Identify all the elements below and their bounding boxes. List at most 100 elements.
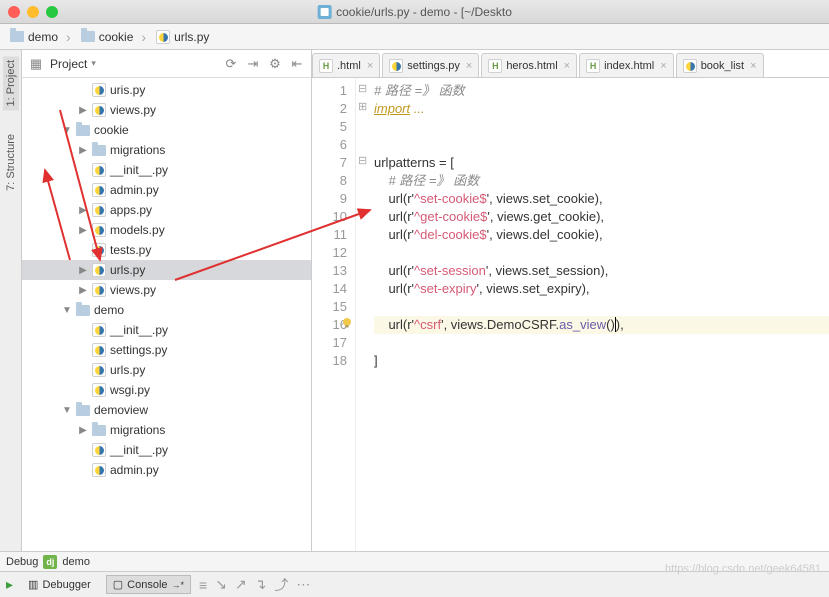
python-icon bbox=[92, 263, 106, 277]
window-title: cookie/urls.py - demo - [~/Deskto bbox=[317, 5, 512, 19]
tool-window-tab-structure[interactable]: 7: Structure bbox=[3, 130, 19, 195]
tree-node[interactable]: ▼demoview bbox=[22, 400, 311, 420]
python-icon bbox=[92, 83, 106, 97]
folder-icon bbox=[81, 31, 95, 42]
tree-toggle-icon[interactable]: ▶ bbox=[78, 105, 88, 116]
tree-toggle-icon[interactable]: ▶ bbox=[78, 205, 88, 216]
editor-tabs: H.html×settings.py×Hheros.html×Hindex.ht… bbox=[312, 50, 829, 78]
python-icon bbox=[92, 323, 106, 337]
tree-node[interactable]: ▶__init__.py bbox=[22, 440, 311, 460]
hide-button[interactable]: ⇤ bbox=[289, 56, 305, 72]
code-editor[interactable]: ⊟ # 路径 =》 函数 ⊞ import ... ⊟ urlpatterns … bbox=[356, 78, 829, 551]
tree-node-label: settings.py bbox=[110, 343, 167, 357]
folder-icon bbox=[76, 125, 90, 136]
tree-node[interactable]: ▶tests.py bbox=[22, 240, 311, 260]
intention-bulb-icon[interactable] bbox=[340, 316, 354, 330]
tab-console[interactable]: ▢Console→* bbox=[106, 575, 191, 594]
fold-toggle-icon[interactable]: ⊟ bbox=[358, 154, 367, 167]
tree-node[interactable]: ▶views.py bbox=[22, 100, 311, 120]
tree-node[interactable]: ▶wsgi.py bbox=[22, 380, 311, 400]
close-tab-icon[interactable]: × bbox=[466, 60, 472, 72]
python-icon bbox=[92, 223, 106, 237]
python-icon bbox=[92, 343, 106, 357]
folder-icon bbox=[76, 405, 90, 416]
python-icon bbox=[92, 103, 106, 117]
tree-node[interactable]: ▶admin.py bbox=[22, 180, 311, 200]
close-tab-icon[interactable]: × bbox=[564, 60, 570, 72]
locate-button[interactable]: ⟳ bbox=[223, 56, 239, 72]
tree-node[interactable]: ▶migrations bbox=[22, 140, 311, 160]
tree-node[interactable]: ▶views.py bbox=[22, 280, 311, 300]
tree-toggle-icon[interactable]: ▶ bbox=[78, 265, 88, 276]
tree-node-label: migrations bbox=[110, 423, 165, 437]
settings-gear-icon[interactable]: ⚙ bbox=[267, 56, 283, 72]
python-icon bbox=[92, 203, 106, 217]
project-mode-dropdown[interactable]: Project▾ bbox=[50, 57, 96, 71]
tree-node[interactable]: ▶ apps.py bbox=[22, 200, 311, 220]
tree-node-label: models.py bbox=[110, 223, 165, 237]
tree-node[interactable]: ▶ migrations bbox=[22, 420, 311, 440]
tree-node[interactable]: ▶settings.py bbox=[22, 340, 311, 360]
line-number: 5 bbox=[312, 118, 347, 136]
tree-toggle-icon[interactable]: ▶ bbox=[78, 285, 88, 296]
fold-toggle-icon[interactable]: ⊞ bbox=[358, 100, 367, 113]
tree-toggle-icon[interactable]: ▼ bbox=[62, 125, 72, 136]
tree-node[interactable]: ▶uris.py bbox=[22, 80, 311, 100]
editor-tab[interactable]: H.html× bbox=[312, 53, 380, 77]
tree-toggle-icon[interactable]: ▼ bbox=[62, 305, 72, 316]
fold-toggle-icon[interactable]: ⊟ bbox=[358, 82, 367, 95]
tree-toggle-icon[interactable]: ▶ bbox=[78, 145, 88, 156]
breadcrumb-item[interactable]: demo bbox=[6, 27, 75, 47]
tree-node-label: __init__.py bbox=[110, 323, 168, 337]
tree-node[interactable]: ▼ cookie bbox=[22, 120, 311, 140]
run-to-cursor-button[interactable]: ↴ bbox=[255, 576, 267, 593]
tree-node[interactable]: ▶urls.py bbox=[22, 260, 311, 280]
close-tab-icon[interactable]: × bbox=[367, 60, 373, 72]
tree-node[interactable]: ▶urls.py bbox=[22, 360, 311, 380]
debug-label: Debug bbox=[6, 556, 38, 568]
tree-node[interactable]: ▶ models.py bbox=[22, 220, 311, 240]
collapse-all-button[interactable]: ⇥ bbox=[245, 56, 261, 72]
editor-tab-label: .html bbox=[337, 60, 361, 72]
evaluate-button[interactable]: ⤴ bbox=[274, 575, 288, 595]
zoom-window-button[interactable] bbox=[46, 6, 58, 18]
window-titlebar: cookie/urls.py - demo - [~/Deskto bbox=[0, 0, 829, 24]
minimize-window-button[interactable] bbox=[27, 6, 39, 18]
resume-button[interactable]: ▸ bbox=[6, 576, 13, 593]
editor-tab[interactable]: Hheros.html× bbox=[481, 53, 577, 77]
close-tab-icon[interactable]: × bbox=[750, 60, 756, 72]
editor-tab[interactable]: Hindex.html× bbox=[579, 53, 674, 77]
line-number: 7 bbox=[312, 154, 347, 172]
step-into-button[interactable]: ↘ bbox=[215, 576, 227, 593]
close-tab-icon[interactable]: × bbox=[660, 60, 666, 72]
tree-toggle-icon[interactable]: ▶ bbox=[78, 425, 88, 436]
line-number: 10 bbox=[312, 208, 347, 226]
tree-node[interactable]: ▶admin.py bbox=[22, 460, 311, 480]
editor-tab[interactable]: book_list× bbox=[676, 53, 764, 77]
tab-debugger[interactable]: ▥Debugger bbox=[21, 575, 98, 594]
breadcrumb-item[interactable]: urls.py bbox=[152, 28, 221, 46]
tree-node-label: cookie bbox=[94, 123, 129, 137]
folder-icon bbox=[92, 425, 106, 436]
step-out-button[interactable]: ↗ bbox=[235, 576, 247, 593]
tree-node-label: urls.py bbox=[110, 363, 145, 377]
tree-node-label: __init__.py bbox=[110, 443, 168, 457]
tree-node-label: apps.py bbox=[110, 203, 152, 217]
python-icon bbox=[156, 30, 170, 44]
tree-node[interactable]: ▶__init__.py bbox=[22, 320, 311, 340]
editor-tab-label: index.html bbox=[604, 60, 654, 72]
step-over-button[interactable]: ≡ bbox=[199, 577, 207, 593]
python-icon bbox=[92, 243, 106, 257]
editor-tab[interactable]: settings.py× bbox=[382, 53, 479, 77]
tree-toggle-icon[interactable]: ▼ bbox=[62, 405, 72, 416]
tool-window-tab-project[interactable]: 1: Project bbox=[3, 56, 19, 110]
tree-toggle-icon[interactable]: ▶ bbox=[78, 225, 88, 236]
project-tree[interactable]: ▶uris.py▶views.py▼cookie▶migrations▶__in… bbox=[22, 78, 311, 551]
line-number: 17 bbox=[312, 334, 347, 352]
tree-node[interactable]: ▼demo bbox=[22, 300, 311, 320]
tree-node[interactable]: ▶__init__.py bbox=[22, 160, 311, 180]
close-window-button[interactable] bbox=[8, 6, 20, 18]
gutter-line-numbers: 1256789101112131415161718 bbox=[312, 78, 356, 551]
more-button[interactable]: ⋯ bbox=[296, 576, 310, 593]
breadcrumb-item[interactable]: cookie bbox=[77, 27, 150, 47]
